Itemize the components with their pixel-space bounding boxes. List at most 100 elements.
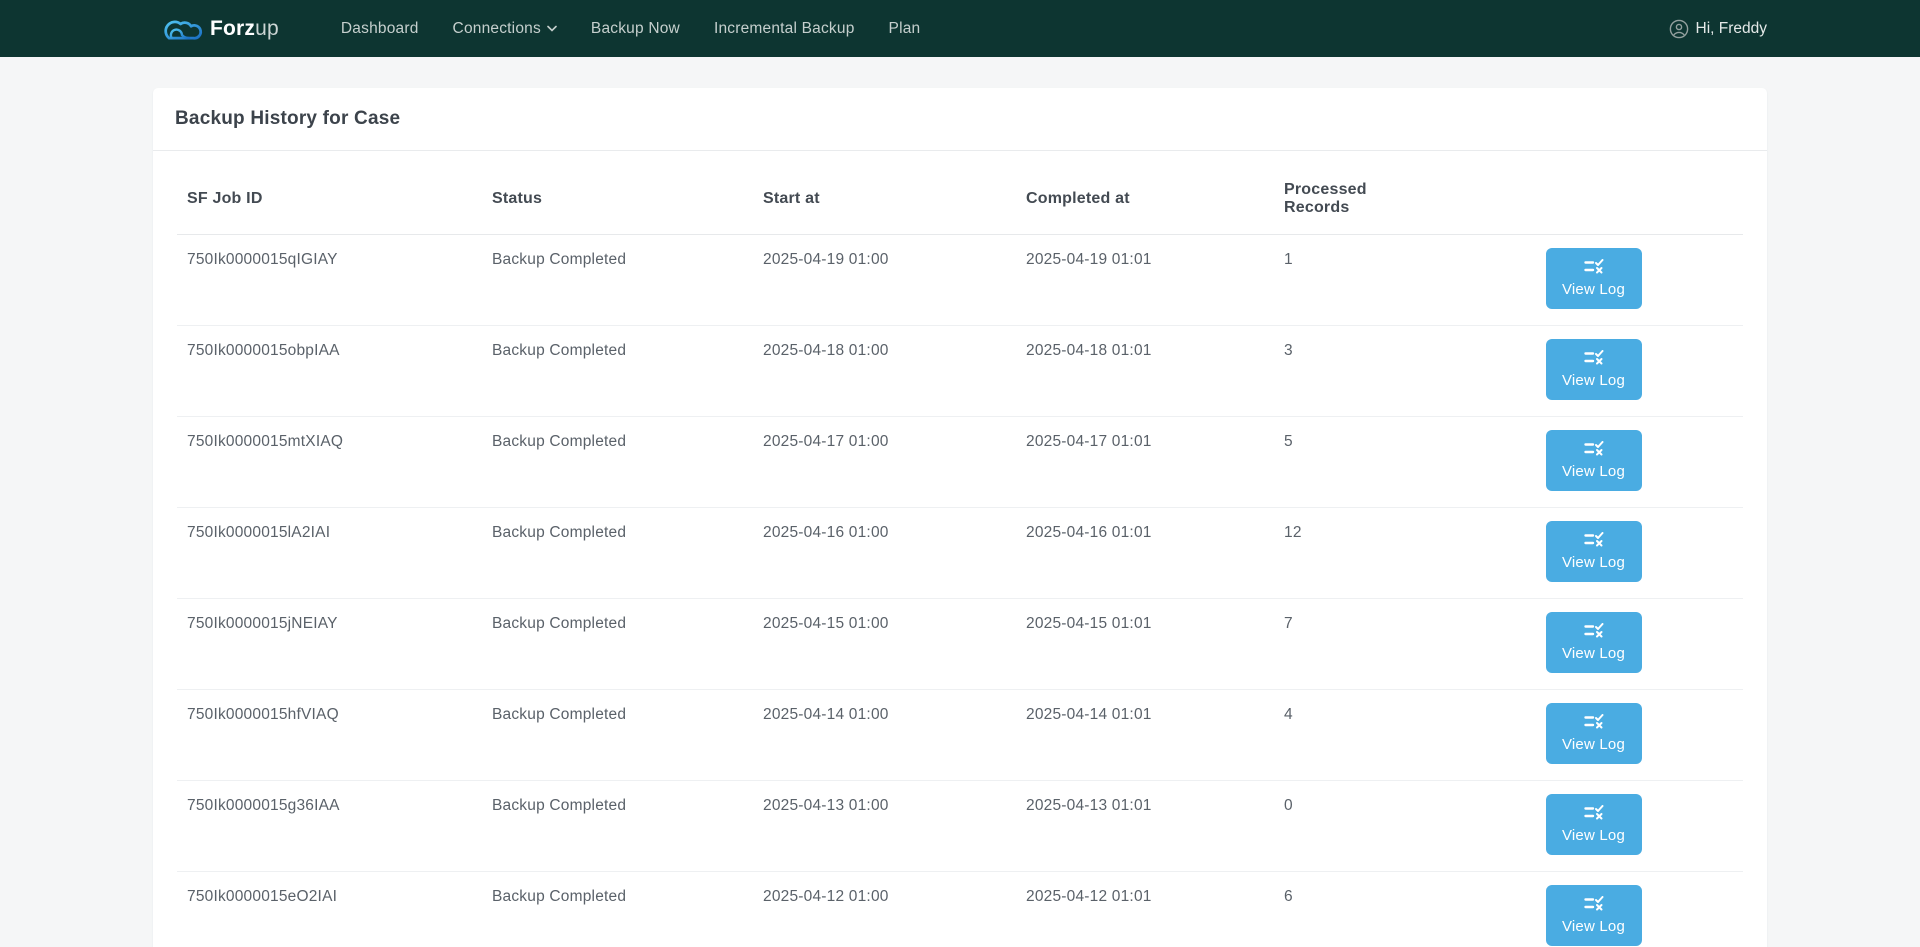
view-log-button[interactable]: View Log [1546, 521, 1642, 582]
completed-at-cell: 2025-04-14 01:01 [1016, 690, 1274, 781]
sf-job-id-cell: 750Ik0000015g36IAA [177, 781, 482, 872]
view-log-button[interactable]: View Log [1546, 885, 1642, 946]
view-log-button[interactable]: View Log [1546, 430, 1642, 491]
column-header-actions [1444, 151, 1743, 235]
table-row: 750Ik0000015eO2IAI Backup Completed 2025… [177, 872, 1743, 947]
action-cell: View Log [1444, 599, 1743, 690]
view-log-label: View Log [1562, 827, 1625, 844]
status-cell: Backup Completed [482, 690, 753, 781]
processed-records-cell: 3 [1274, 326, 1444, 417]
table-row: 750Ik0000015hfVIAQ Backup Completed 2025… [177, 690, 1743, 781]
list-check-icon [1584, 532, 1604, 547]
status-cell: Backup Completed [482, 417, 753, 508]
status-cell: Backup Completed [482, 235, 753, 326]
nav-item-backup-now[interactable]: Backup Now [591, 20, 680, 38]
completed-at-cell: 2025-04-13 01:01 [1016, 781, 1274, 872]
view-log-label: View Log [1562, 554, 1625, 571]
nav-item-plan[interactable]: Plan [889, 20, 921, 38]
view-log-label: View Log [1562, 463, 1625, 480]
sf-job-id-cell: 750Ik0000015lA2IAI [177, 508, 482, 599]
list-check-icon [1584, 805, 1604, 820]
table-header: SF Job ID Status Start at Completed at P… [177, 151, 1743, 235]
sf-job-id-cell: 750Ik0000015qIGIAY [177, 235, 482, 326]
column-header-sf-job-id: SF Job ID [177, 151, 482, 235]
completed-at-cell: 2025-04-16 01:01 [1016, 508, 1274, 599]
view-log-button[interactable]: View Log [1546, 703, 1642, 764]
user-menu[interactable]: Hi, Freddy [1669, 19, 1768, 39]
start-at-cell: 2025-04-12 01:00 [753, 872, 1016, 947]
start-at-cell: 2025-04-19 01:00 [753, 235, 1016, 326]
column-header-completed-at: Completed at [1016, 151, 1274, 235]
column-header-start-at: Start at [753, 151, 1016, 235]
start-at-cell: 2025-04-16 01:00 [753, 508, 1016, 599]
action-cell: View Log [1444, 508, 1743, 599]
top-navbar: Forzup Dashboard Connections Backup Now … [0, 0, 1920, 57]
column-header-status: Status [482, 151, 753, 235]
list-check-icon [1584, 896, 1604, 911]
nav-item-label: Plan [889, 20, 921, 38]
nav-item-label: Dashboard [341, 20, 419, 38]
processed-records-cell: 4 [1274, 690, 1444, 781]
action-cell: View Log [1444, 690, 1743, 781]
list-check-icon [1584, 259, 1604, 274]
table-row: 750Ik0000015lA2IAI Backup Completed 2025… [177, 508, 1743, 599]
start-at-cell: 2025-04-18 01:00 [753, 326, 1016, 417]
status-cell: Backup Completed [482, 781, 753, 872]
status-cell: Backup Completed [482, 508, 753, 599]
table-body: 750Ik0000015qIGIAY Backup Completed 2025… [177, 235, 1743, 947]
nav-item-connections[interactable]: Connections [453, 20, 557, 38]
view-log-button[interactable]: View Log [1546, 794, 1642, 855]
view-log-button[interactable]: View Log [1546, 612, 1642, 673]
action-cell: View Log [1444, 326, 1743, 417]
processed-records-cell: 5 [1274, 417, 1444, 508]
table-row: 750Ik0000015obpIAA Backup Completed 2025… [177, 326, 1743, 417]
nav-item-label: Incremental Backup [714, 20, 855, 38]
view-log-label: View Log [1562, 736, 1625, 753]
view-log-button[interactable]: View Log [1546, 339, 1642, 400]
table-row: 750Ik0000015g36IAA Backup Completed 2025… [177, 781, 1743, 872]
action-cell: View Log [1444, 417, 1743, 508]
processed-records-cell: 1 [1274, 235, 1444, 326]
brand-text-bold: Forz [210, 17, 255, 40]
start-at-cell: 2025-04-13 01:00 [753, 781, 1016, 872]
action-cell: View Log [1444, 781, 1743, 872]
processed-records-cell: 0 [1274, 781, 1444, 872]
start-at-cell: 2025-04-17 01:00 [753, 417, 1016, 508]
view-log-label: View Log [1562, 645, 1625, 662]
brand-text-light: up [255, 17, 279, 40]
processed-records-cell: 6 [1274, 872, 1444, 947]
table-row: 750Ik0000015jNEIAY Backup Completed 2025… [177, 599, 1743, 690]
action-cell: View Log [1444, 235, 1743, 326]
completed-at-cell: 2025-04-17 01:01 [1016, 417, 1274, 508]
table-row: 750Ik0000015mtXIAQ Backup Completed 2025… [177, 417, 1743, 508]
completed-at-cell: 2025-04-19 01:01 [1016, 235, 1274, 326]
processed-records-cell: 7 [1274, 599, 1444, 690]
user-circle-icon [1669, 19, 1689, 39]
completed-at-cell: 2025-04-18 01:01 [1016, 326, 1274, 417]
chevron-down-icon [547, 25, 557, 32]
column-header-processed-records: Processed Records [1274, 151, 1444, 235]
sf-job-id-cell: 750Ik0000015mtXIAQ [177, 417, 482, 508]
nav-menu: Dashboard Connections Backup Now Increme… [341, 20, 920, 38]
backup-history-card: Backup History for Case SF Job ID Status… [153, 88, 1767, 947]
nav-item-label: Backup Now [591, 20, 680, 38]
page-title: Backup History for Case [175, 108, 1745, 130]
completed-at-cell: 2025-04-12 01:01 [1016, 872, 1274, 947]
list-check-icon [1584, 714, 1604, 729]
brand-text: Forzup [210, 17, 279, 41]
list-check-icon [1584, 441, 1604, 456]
brand-logo[interactable]: Forzup [159, 14, 279, 44]
sf-job-id-cell: 750Ik0000015eO2IAI [177, 872, 482, 947]
nav-item-label: Connections [453, 20, 541, 38]
user-greeting: Hi, Freddy [1696, 20, 1768, 38]
nav-item-incremental-backup[interactable]: Incremental Backup [714, 20, 855, 38]
status-cell: Backup Completed [482, 599, 753, 690]
view-log-button[interactable]: View Log [1546, 248, 1642, 309]
table-wrapper: SF Job ID Status Start at Completed at P… [153, 151, 1767, 947]
sf-job-id-cell: 750Ik0000015jNEIAY [177, 599, 482, 690]
table-row: 750Ik0000015qIGIAY Backup Completed 2025… [177, 235, 1743, 326]
cloud-logo-icon [159, 14, 203, 44]
processed-records-cell: 12 [1274, 508, 1444, 599]
list-check-icon [1584, 623, 1604, 638]
nav-item-dashboard[interactable]: Dashboard [341, 20, 419, 38]
